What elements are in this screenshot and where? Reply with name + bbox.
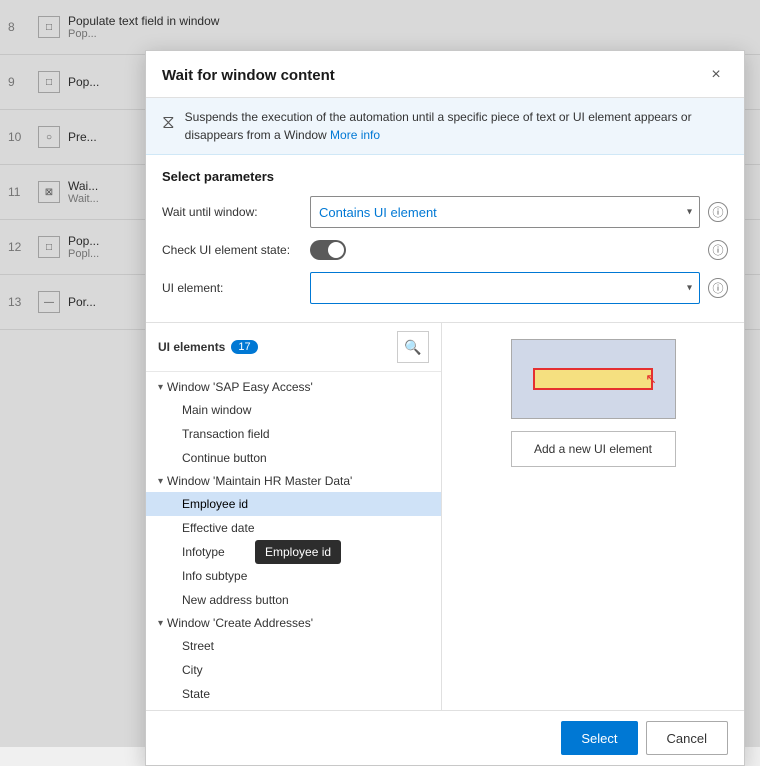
tree-item-transaction-field[interactable]: Transaction field	[146, 422, 441, 446]
chevron-down-icon: ▾	[158, 382, 163, 393]
bottom-panel: UI elements 17 🔍 ▾ Window 'SAP Easy Acce…	[146, 322, 744, 710]
dialog-close-button[interactable]: ×	[704, 63, 728, 87]
info-hourglass-icon: ⧖	[162, 109, 175, 136]
tree-item-state[interactable]: State	[146, 682, 441, 706]
wait-until-label: Wait until window:	[162, 205, 302, 219]
check-state-toggle[interactable]	[310, 240, 346, 260]
dialog-footer: Select Cancel	[146, 710, 744, 765]
ui-elements-header-left: UI elements 17	[158, 340, 258, 354]
tree-item-employee-id[interactable]: Employee id	[146, 492, 441, 516]
preview-cursor-icon: ↖	[645, 371, 657, 388]
tree-group-create-addresses-header[interactable]: ▾ Window 'Create Addresses'	[146, 612, 441, 634]
wait-for-window-content-dialog: Wait for window content × ⧖ Suspends the…	[145, 50, 745, 766]
preview-image: ↖	[511, 339, 676, 419]
cancel-button[interactable]: Cancel	[646, 721, 728, 755]
params-section: Select parameters Wait until window: Con…	[146, 155, 744, 322]
info-more-link[interactable]: More info	[330, 128, 380, 142]
ui-elements-panel: UI elements 17 🔍 ▾ Window 'SAP Easy Acce…	[146, 323, 442, 710]
wait-until-select[interactable]: Contains UI element	[310, 196, 700, 228]
tree-item-effective-date[interactable]: Effective date	[146, 516, 441, 540]
check-state-label: Check UI element state:	[162, 243, 302, 257]
tree-group-sap-easy-access-label: Window 'SAP Easy Access'	[167, 380, 313, 394]
wait-until-row: Wait until window: Contains UI element ▾…	[162, 196, 728, 228]
ui-element-select[interactable]	[310, 272, 700, 304]
info-banner: ⧖ Suspends the execution of the automati…	[146, 98, 744, 155]
ui-elements-badge: 17	[231, 340, 257, 354]
tree-group-maintain-hr-label: Window 'Maintain HR Master Data'	[167, 474, 352, 488]
wait-until-info-button[interactable]: ⓘ	[708, 202, 728, 222]
ui-element-control: ▾	[310, 272, 700, 304]
ui-elements-search-button[interactable]: 🔍	[397, 331, 429, 363]
ui-element-label: UI element:	[162, 281, 302, 295]
ui-elements-header: UI elements 17 🔍	[146, 323, 441, 372]
tree-item-main-window[interactable]: Main window	[146, 398, 441, 422]
chevron-down-icon-2: ▾	[158, 476, 163, 487]
tree-group-sap-easy-access-header[interactable]: ▾ Window 'SAP Easy Access'	[146, 376, 441, 398]
info-text: Suspends the execution of the automation…	[185, 108, 728, 144]
preview-panel: ↖ Add a new UI element	[442, 323, 744, 710]
params-title: Select parameters	[162, 169, 728, 184]
ui-elements-title: UI elements	[158, 340, 225, 354]
preview-highlight-box: ↖	[533, 368, 653, 390]
tree-group-create-addresses-label: Window 'Create Addresses'	[167, 616, 313, 630]
tree-item-city[interactable]: City	[146, 658, 441, 682]
tree-item-new-address-button[interactable]: New address button	[146, 588, 441, 612]
check-state-row: Check UI element state: ⓘ	[162, 240, 728, 260]
tree-item-continue-button[interactable]: Continue button	[146, 446, 441, 470]
wait-until-control: Contains UI element ▾	[310, 196, 700, 228]
add-new-ui-element-button[interactable]: Add a new UI element	[511, 431, 676, 467]
tree-group-maintain-hr-header[interactable]: ▾ Window 'Maintain HR Master Data'	[146, 470, 441, 492]
toggle-knob	[328, 242, 344, 258]
tree-item-info-subtype[interactable]: Info subtype	[146, 564, 441, 588]
tree-group-sap-easy-access: ▾ Window 'SAP Easy Access' Main window T…	[146, 376, 441, 470]
dialog-header: Wait for window content ×	[146, 51, 744, 98]
employee-id-tooltip: Employee id	[255, 540, 341, 564]
ui-element-row: UI element: ▾ ⓘ	[162, 272, 728, 304]
ui-element-info-button[interactable]: ⓘ	[708, 278, 728, 298]
tree-group-create-addresses: ▾ Window 'Create Addresses' Street City …	[146, 612, 441, 706]
select-button[interactable]: Select	[561, 721, 637, 755]
check-state-info-button[interactable]: ⓘ	[708, 240, 728, 260]
dialog-title: Wait for window content	[162, 67, 335, 84]
tree-item-street[interactable]: Street	[146, 634, 441, 658]
chevron-down-icon-3: ▾	[158, 618, 163, 629]
